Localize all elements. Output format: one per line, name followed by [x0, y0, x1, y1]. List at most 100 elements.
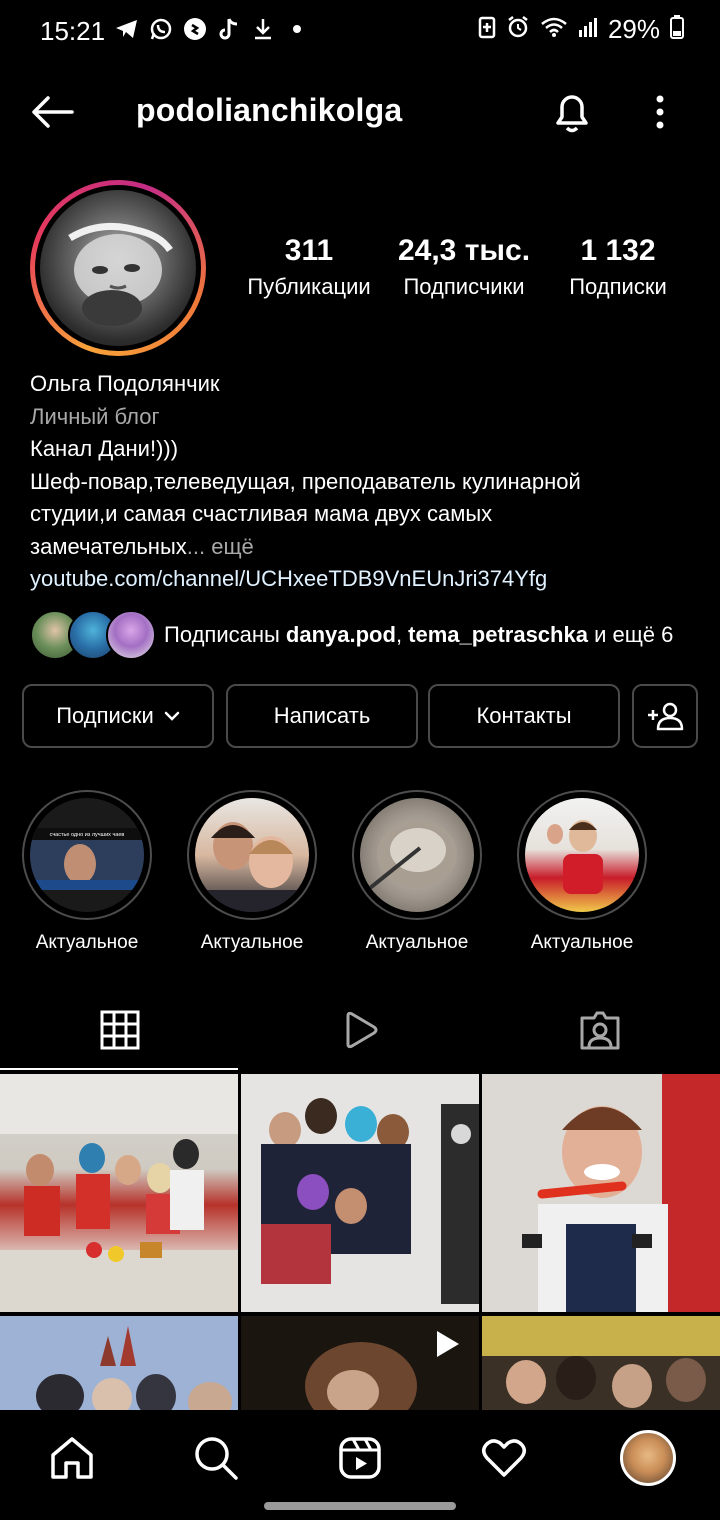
- profile-avatar: [40, 190, 196, 346]
- battery-percentage: 29%: [607, 14, 660, 44]
- back-button[interactable]: [28, 90, 76, 134]
- post-thumbnail[interactable]: [482, 1074, 720, 1312]
- notifications-button[interactable]: [548, 88, 596, 136]
- bio-more-link[interactable]: ... ещё: [187, 534, 254, 559]
- home-icon: [51, 1437, 93, 1479]
- own-profile-avatar: [620, 1430, 676, 1486]
- story-highlights: счастье одно из лучших чаев Актуальное А…: [20, 790, 700, 960]
- search-icon: [195, 1437, 238, 1480]
- post-thumbnail[interactable]: [0, 1316, 238, 1412]
- highlight-item[interactable]: Актуальное: [515, 790, 649, 954]
- nav-home[interactable]: [42, 1428, 102, 1488]
- profile-header: podolianchikolga: [0, 80, 720, 144]
- highlight-label: Актуальное: [35, 932, 139, 953]
- message-button[interactable]: Написать: [226, 684, 418, 748]
- highlight-cover: счастье одно из лучших чаев: [30, 798, 144, 912]
- profile-username: podolianchikolga: [136, 92, 403, 128]
- grid-icon: [100, 1010, 140, 1050]
- status-notification-icons: [114, 14, 310, 44]
- highlight-label: Актуальное: [200, 932, 304, 953]
- reels-play-icon: [346, 1011, 378, 1049]
- tab-tagged[interactable]: [480, 990, 720, 1070]
- followed-by-text: Подписаны danya.pod, tema_petraschka и е…: [164, 622, 674, 647]
- status-time: 15:21: [40, 16, 106, 46]
- post-thumbnail[interactable]: [482, 1316, 720, 1412]
- following-stat[interactable]: 1 132 Подписки: [550, 232, 686, 304]
- followers-label: Подписчики: [403, 274, 525, 299]
- bell-icon: [556, 95, 588, 133]
- battery-saver-icon: [478, 15, 496, 44]
- bio-line: замечательных: [30, 533, 187, 559]
- status-system-icons: 29%: [478, 14, 684, 45]
- highlight-label: Актуальное: [530, 932, 634, 953]
- profile-stats: 311 Публикации 24,3 тыс. Подписчики 1 13…: [232, 232, 692, 312]
- follower-username[interactable]: tema_petraschka: [408, 622, 588, 647]
- suggested-accounts-button[interactable]: [632, 684, 698, 748]
- following-count: 1 132: [580, 234, 656, 267]
- active-tab-indicator: [0, 1068, 238, 1070]
- posts-label: Публикации: [247, 274, 371, 299]
- heart-icon: [482, 1439, 526, 1477]
- following-label: Подписки: [569, 274, 667, 299]
- posts-stat[interactable]: 311 Публикации: [232, 232, 386, 304]
- bio-website-link[interactable]: youtube.com/channel/UCHxeeTDB9VnEUnJri37…: [30, 563, 700, 596]
- highlight-cover: [525, 798, 639, 912]
- highlight-item[interactable]: счастье одно из лучших чаев Актуальное: [20, 790, 154, 954]
- profile-actions: Подписки Написать Контакты: [22, 684, 698, 748]
- highlight-cover: [360, 798, 474, 912]
- telegram-icon: [114, 14, 140, 44]
- battery-icon: [670, 15, 684, 44]
- profile-category: Личный блог: [30, 403, 160, 429]
- profile-content-tabs: [0, 990, 720, 1072]
- profile-bio: Ольга Подолянчик Личный блог Канал Дани!…: [30, 368, 700, 596]
- bio-line: студии,и самая счастливая мама двух самы…: [30, 501, 493, 526]
- bottom-navigation: [0, 1410, 720, 1520]
- profile-full-name: Ольга Подолянчик: [30, 371, 220, 396]
- followed-by-avatars: [30, 610, 156, 662]
- contacts-button-label: Контакты: [476, 703, 572, 728]
- more-vertical-icon: [656, 95, 664, 129]
- chevron-down-icon: [164, 711, 180, 721]
- tab-posts-grid[interactable]: [0, 990, 240, 1070]
- system-home-indicator[interactable]: [264, 1502, 456, 1510]
- reel-indicator-icon: [431, 1328, 463, 1365]
- posts-count: 311: [284, 234, 334, 267]
- nav-reels[interactable]: [330, 1428, 390, 1488]
- tiktok-icon: [216, 14, 242, 44]
- signal-icon: [578, 16, 598, 43]
- alarm-icon: [506, 15, 530, 44]
- post-thumbnail[interactable]: [241, 1316, 479, 1412]
- highlight-label: Актуальное: [365, 932, 469, 953]
- following-button-label: Подписки: [56, 703, 154, 728]
- nav-search[interactable]: [186, 1428, 246, 1488]
- following-dropdown-button[interactable]: Подписки: [22, 684, 214, 748]
- download-icon: [250, 14, 276, 44]
- followed-by[interactable]: Подписаны danya.pod, tema_petraschka и е…: [30, 608, 700, 664]
- bio-line-truncated: замечательных... ещё: [30, 531, 700, 564]
- dot-icon: [284, 14, 310, 44]
- bio-line: Шеф-повар,телеведущая, преподаватель кул…: [30, 468, 581, 494]
- nav-activity[interactable]: [474, 1428, 534, 1488]
- post-thumbnail[interactable]: [241, 1074, 479, 1312]
- tab-reels[interactable]: [240, 990, 480, 1070]
- highlight-item[interactable]: Актуальное: [185, 790, 319, 954]
- status-bar: 15:21 29%: [0, 0, 720, 60]
- whatsapp-icon: [148, 14, 174, 44]
- profile-avatar-story-ring[interactable]: [30, 180, 206, 356]
- reels-icon: [339, 1437, 381, 1479]
- shazam-icon: [182, 14, 208, 44]
- highlight-item[interactable]: Актуальное: [350, 790, 484, 954]
- highlight-cover-text: счастье одно из лучших чаев: [50, 832, 125, 838]
- post-thumbnail[interactable]: [0, 1074, 238, 1312]
- back-arrow-icon: [32, 96, 74, 128]
- follower-avatar: [106, 610, 156, 660]
- highlight-cover: [195, 798, 309, 912]
- follower-username[interactable]: danya.pod: [286, 622, 396, 647]
- wifi-icon: [540, 16, 568, 43]
- contacts-button[interactable]: Контакты: [428, 684, 620, 748]
- nav-profile[interactable]: [618, 1428, 678, 1488]
- bio-line: Канал Дани!))): [30, 436, 179, 461]
- more-options-button[interactable]: [640, 88, 680, 136]
- followers-stat[interactable]: 24,3 тыс. Подписчики: [388, 232, 540, 304]
- tagged-icon: [580, 1011, 620, 1050]
